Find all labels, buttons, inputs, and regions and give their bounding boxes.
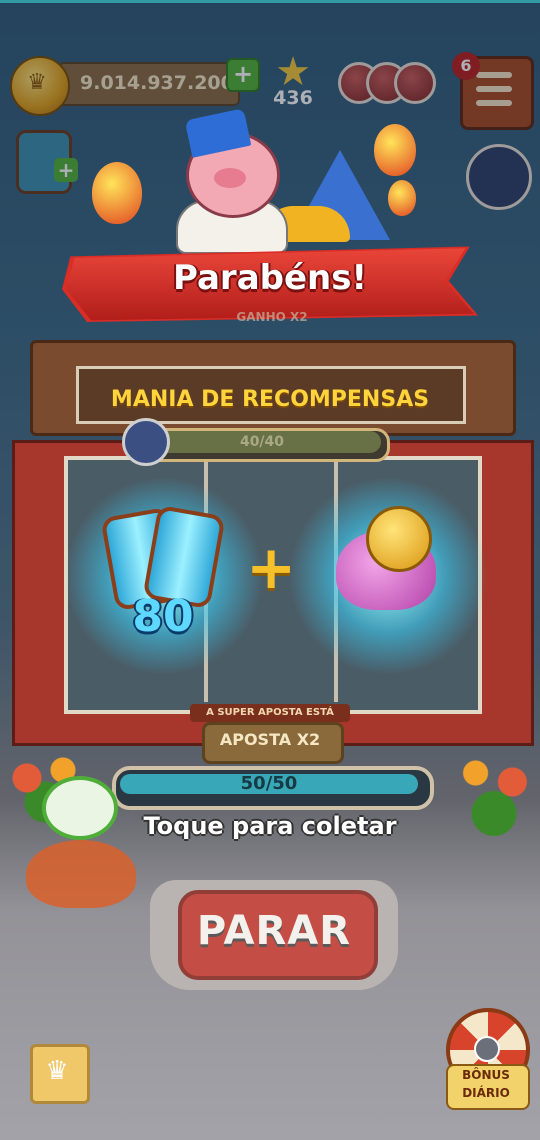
energy-reward-count: 80 (132, 591, 194, 642)
fox-pet-icon[interactable] (26, 840, 136, 908)
balloon-icon (92, 162, 142, 224)
ghost-win-label: GANHO X2 (236, 310, 308, 324)
tulips-decoration (448, 746, 540, 836)
pig-snout-icon (214, 168, 246, 188)
super-bet-notice: A SUPER APOSTA ESTÁ ATIVA (190, 704, 350, 736)
reward-mania-title: MANIA DE RECOMPENSAS (110, 387, 430, 412)
bet-label: APOSTA X2 (219, 730, 321, 749)
tap-to-collect-prompt[interactable]: Toque para coletar (90, 808, 450, 844)
daily-bonus-line1: BÔNUS (462, 1068, 510, 1082)
stop-button-label: PARAR (196, 908, 352, 954)
daily-bonus-line2: DIÁRIO (462, 1086, 510, 1100)
rabbit-hat-icon (122, 418, 170, 466)
balloon-icon (388, 180, 416, 216)
spins-progress-text: 50/50 (240, 773, 298, 794)
congrats-title: Parabéns! (172, 258, 367, 298)
crown-icon: ♛ (45, 1056, 69, 1086)
wheel-center (474, 1036, 500, 1062)
event-progress-text: 40/40 (239, 434, 285, 450)
coin-icon (366, 506, 432, 572)
plus-sign: + (246, 533, 297, 603)
